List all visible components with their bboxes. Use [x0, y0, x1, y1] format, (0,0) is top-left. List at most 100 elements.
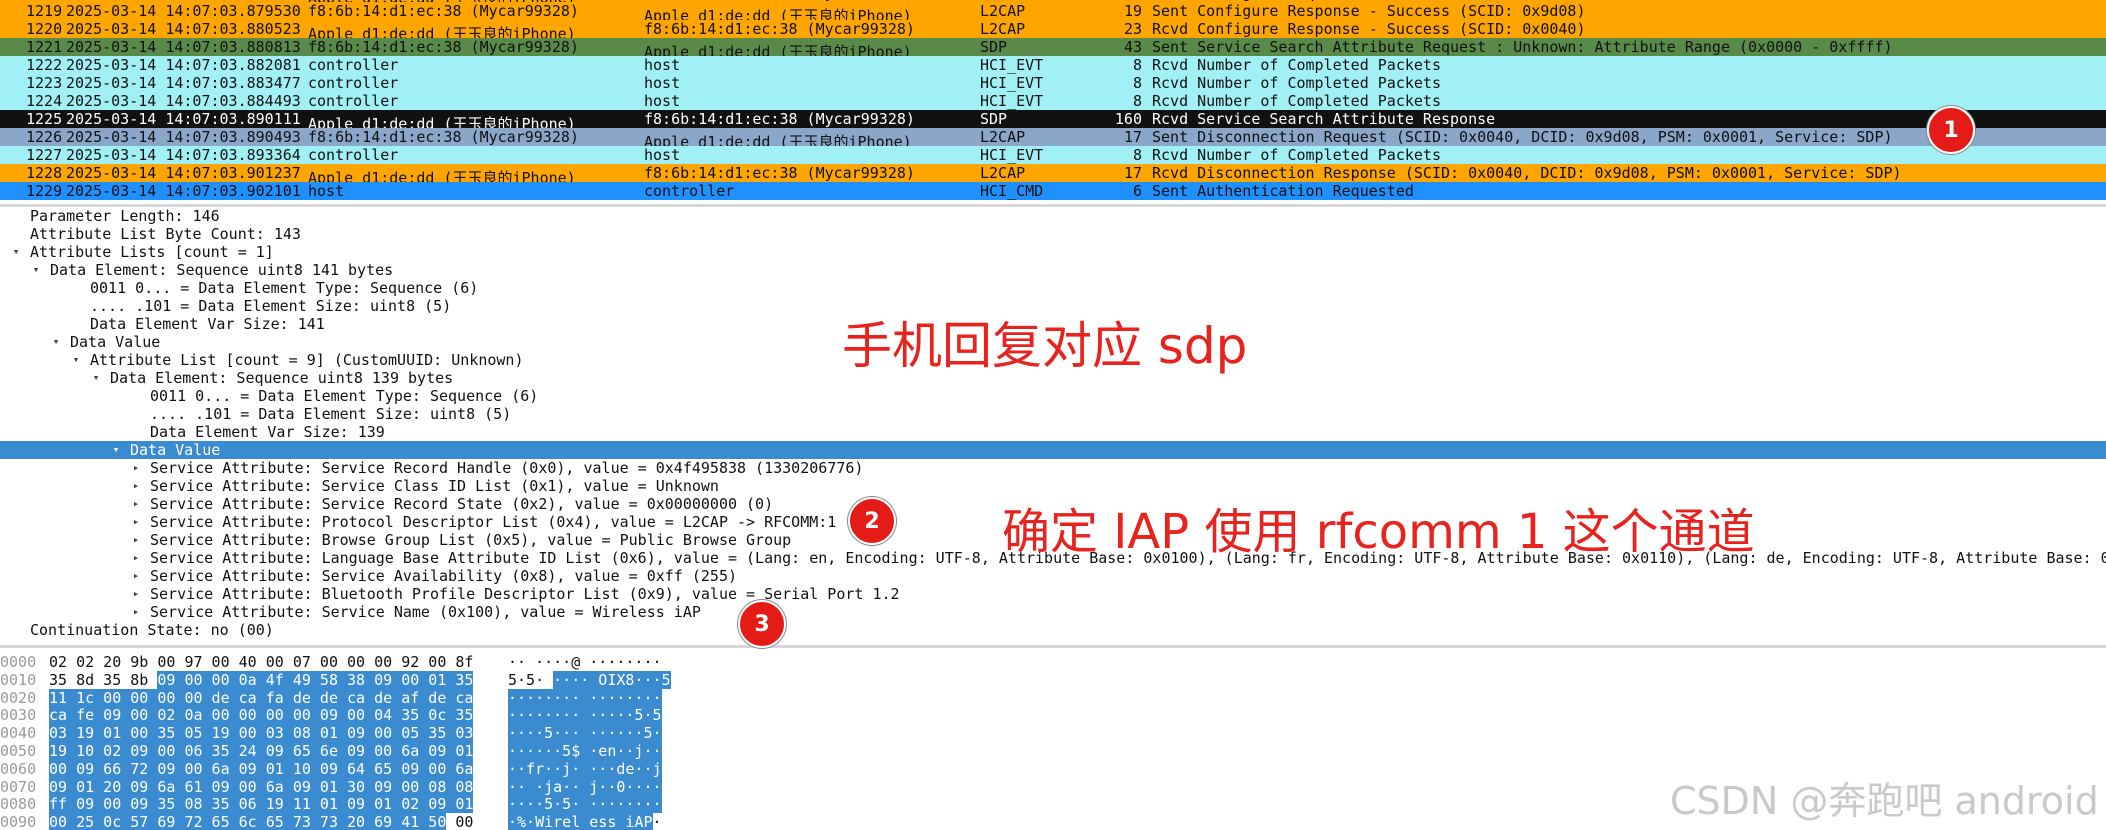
detail-tree-item[interactable]: ▾ Data Value [0, 441, 2106, 459]
detail-tree-label: Service Attribute: Service Record State … [150, 495, 774, 513]
ascii-bytes[interactable]: ····5·5· ········ [508, 795, 662, 814]
detail-tree-label: Data Value [130, 441, 221, 459]
packet-info: Sent Configure Response - Success (SCID:… [1152, 2, 1586, 20]
detail-tree-label: Service Attribute: Service Name (0x100),… [150, 603, 701, 621]
collapse-arrow-icon[interactable]: ▸ [130, 549, 142, 567]
expand-arrow-icon[interactable]: ▾ [90, 369, 102, 387]
packet-number: 1221 [26, 38, 63, 56]
packet-info: Sent Service Search Attribute Request : … [1152, 38, 1893, 56]
packet-info: Rcvd Configure Response - Success (SCID:… [1152, 20, 1586, 38]
packet-length: 8 [1132, 92, 1142, 110]
hex-bytes-plain: 35 8d 35 8b [49, 670, 158, 689]
packet-row[interactable]: 1221 2025-03-14 14:07:03.880813 f8:6b:14:d… [0, 38, 2106, 61]
ascii-bytes-selected: ····5·5· ········ [508, 795, 662, 814]
collapse-arrow-icon[interactable]: ▸ [130, 531, 142, 549]
collapse-arrow-icon[interactable]: ▸ [130, 513, 142, 531]
hex-bytes[interactable]: 11 1c 00 00 00 00 de ca fa de de ca de a… [49, 688, 474, 707]
packet-list[interactable]: 12182025-03-14 14:07:03.879284Apple d1:d… [0, 0, 2106, 204]
packet-time: 2025-03-14 14:07:03.901237 [66, 164, 301, 182]
detail-tree-label: Service Attribute: Service Record Handle… [150, 459, 864, 477]
packet-row[interactable]: 1220 2025-03-14 14:07:03.880523 Apple d1:d… [0, 20, 2106, 43]
ascii-bytes[interactable]: 5·5· ···· OIX8···5 [508, 670, 671, 689]
packet-info: Rcvd Number of Completed Packets [1152, 146, 1441, 164]
packet-length: 6 [1132, 182, 1142, 200]
detail-tree-label: Data Element Var Size: 141 [90, 315, 325, 333]
hex-bytes[interactable]: ca fe 09 00 02 0a 00 00 00 00 09 00 04 3… [49, 706, 474, 725]
packet-number: 1220 [26, 20, 63, 38]
detail-tree-item[interactable]: Continuation State: no (00) [0, 621, 2106, 639]
hex-bytes[interactable]: 00 25 0c 57 69 72 65 6c 65 73 73 20 69 4… [49, 813, 473, 830]
hex-bytes[interactable]: 19 10 02 09 00 06 35 24 09 65 6e 09 00 6… [49, 742, 474, 760]
hex-bytes[interactable]: 00 09 66 72 09 00 6a 09 01 10 09 64 65 0… [49, 759, 474, 778]
detail-tree-item[interactable]: ▾ Data Element: Sequence uint8 141 bytes [0, 261, 2106, 279]
detail-tree-item[interactable]: ▸ Service Attribute: Service Name (0x100)… [0, 603, 2106, 621]
expand-arrow-icon[interactable]: ▾ [10, 243, 22, 261]
ascii-bytes-plain: · [652, 813, 662, 830]
collapse-arrow-icon[interactable]: ▸ [130, 585, 142, 603]
packet-row[interactable]: 1219 2025-03-14 14:07:03.879530 f8:6b:14:d… [0, 2, 2106, 25]
detail-tree-item[interactable]: 0011 0... = Data Element Type: Sequence … [0, 279, 2106, 297]
hex-bytes-selected: ca fe 09 00 02 0a 00 00 00 00 09 00 04 3… [49, 706, 474, 725]
packet-row[interactable]: 1229 2025-03-14 14:07:03.902101 host contro… [0, 182, 2106, 200]
packet-row[interactable]: 1226 2025-03-14 14:07:03.890493 f8:6b:14:d… [0, 128, 2106, 151]
detail-tree-item[interactable]: ▾ Attribute Lists [count = 1] [0, 243, 2106, 261]
pane-divider-bottom[interactable] [0, 645, 2106, 648]
ascii-bytes-selected: ····5··· ······5· [508, 724, 662, 743]
detail-tree-label: Continuation State: no (00) [30, 621, 274, 639]
collapse-arrow-icon[interactable]: ▸ [130, 477, 142, 495]
expand-arrow-icon[interactable]: ▾ [30, 261, 42, 279]
collapse-arrow-icon[interactable]: ▸ [130, 459, 142, 477]
detail-tree-item[interactable]: Parameter Length: 146 [0, 207, 2106, 225]
ascii-bytes[interactable]: ·· ····@ ········ [508, 653, 662, 671]
detail-tree-item[interactable]: .... .101 = Data Element Size: uint8 (5) [0, 405, 2106, 423]
packet-protocol: SDP [980, 110, 1008, 128]
detail-tree-item[interactable]: ▸ Service Attribute: Service Record Handl… [0, 459, 2106, 477]
ascii-bytes[interactable]: ······5$ ·en··j·· [508, 742, 662, 760]
hex-offset: 0020 [0, 688, 37, 707]
ascii-bytes[interactable]: ·· ·ja·· j··0···· [508, 777, 662, 796]
detail-tree-label: Service Attribute: Service Availability … [150, 567, 737, 585]
ascii-bytes[interactable]: ··fr··j· ···de··j [508, 759, 662, 778]
detail-tree-label: .... .101 = Data Element Size: uint8 (5) [150, 405, 512, 423]
hex-bytes[interactable]: 09 01 20 09 6a 61 09 00 6a 09 01 30 09 0… [49, 777, 474, 796]
ascii-bytes-plain: ·· ····@ ········ [508, 653, 662, 671]
ascii-bytes-selected: ··fr··j· ···de··j [508, 759, 662, 778]
packet-row[interactable]: 1222 2025-03-14 14:07:03.882081 controller… [0, 56, 2106, 74]
packet-info: Rcvd Number of Completed Packets [1152, 92, 1441, 110]
ascii-bytes[interactable]: ········ ·····5·5 [508, 706, 662, 725]
expand-arrow-icon[interactable]: ▾ [70, 351, 82, 369]
hex-bytes[interactable]: ff 09 00 09 35 08 35 06 19 11 01 09 01 0… [49, 795, 474, 814]
hex-bytes[interactable]: 02 02 20 9b 00 97 00 40 00 07 00 00 00 9… [49, 653, 473, 671]
hex-bytes[interactable]: 35 8d 35 8b 09 00 00 0a 4f 49 58 38 09 0… [49, 670, 474, 689]
detail-tree-item[interactable]: Data Element Var Size: 139 [0, 423, 2106, 441]
hex-bytes-selected: 03 19 01 00 35 05 19 00 03 08 01 09 00 0… [49, 724, 474, 743]
collapse-arrow-icon[interactable]: ▸ [130, 495, 142, 513]
packet-info: Rcvd Number of Completed Packets [1152, 56, 1441, 74]
collapse-arrow-icon[interactable]: ▸ [130, 567, 142, 585]
detail-tree-item[interactable]: ▸ Service Attribute: Service Availability… [0, 567, 2106, 585]
packet-row[interactable]: 1225 2025-03-14 14:07:03.890111 Apple d1:d… [0, 110, 2106, 133]
packet-length: 8 [1132, 74, 1142, 92]
ascii-bytes-selected: ·%·Wirel ess iAP [508, 813, 653, 830]
packet-details-tree[interactable]: Parameter Length: 146 Attribute List Byte… [0, 207, 2106, 645]
ascii-bytes[interactable]: ·%·Wirel ess iAP· [508, 813, 662, 830]
packet-row[interactable]: 1228 2025-03-14 14:07:03.901237 Apple d1:d… [0, 164, 2106, 187]
packet-destination: controller [644, 182, 735, 200]
detail-tree-item[interactable]: 0011 0... = Data Element Type: Sequence … [0, 387, 2106, 405]
hex-bytes-selected: 19 10 02 09 00 06 35 24 09 65 6e 09 00 6… [49, 742, 474, 760]
packet-row[interactable]: 1223 2025-03-14 14:07:03.883477 controller… [0, 74, 2106, 92]
hex-bytes[interactable]: 03 19 01 00 35 05 19 00 03 08 01 09 00 0… [49, 724, 474, 743]
hex-offset: 0090 [0, 813, 37, 830]
packet-row[interactable]: 1224 2025-03-14 14:07:03.884493 controller… [0, 92, 2106, 110]
packet-time: 2025-03-14 14:07:03.884493 [66, 92, 301, 110]
detail-tree-item[interactable]: Attribute List Byte Count: 143 [0, 225, 2106, 243]
expand-arrow-icon[interactable]: ▾ [50, 333, 62, 351]
step-badge-1: 1 [1927, 106, 1975, 154]
ascii-bytes[interactable]: ····5··· ······5· [508, 724, 662, 743]
detail-tree-item[interactable]: ▸ Service Attribute: Bluetooth Profile De… [0, 585, 2106, 603]
expand-arrow-icon[interactable]: ▾ [110, 441, 122, 459]
collapse-arrow-icon[interactable]: ▸ [130, 603, 142, 621]
ascii-bytes[interactable]: ········ ········ [508, 688, 662, 707]
packet-row[interactable]: 1227 2025-03-14 14:07:03.893364 controller… [0, 146, 2106, 164]
packet-number: 1223 [26, 74, 63, 92]
